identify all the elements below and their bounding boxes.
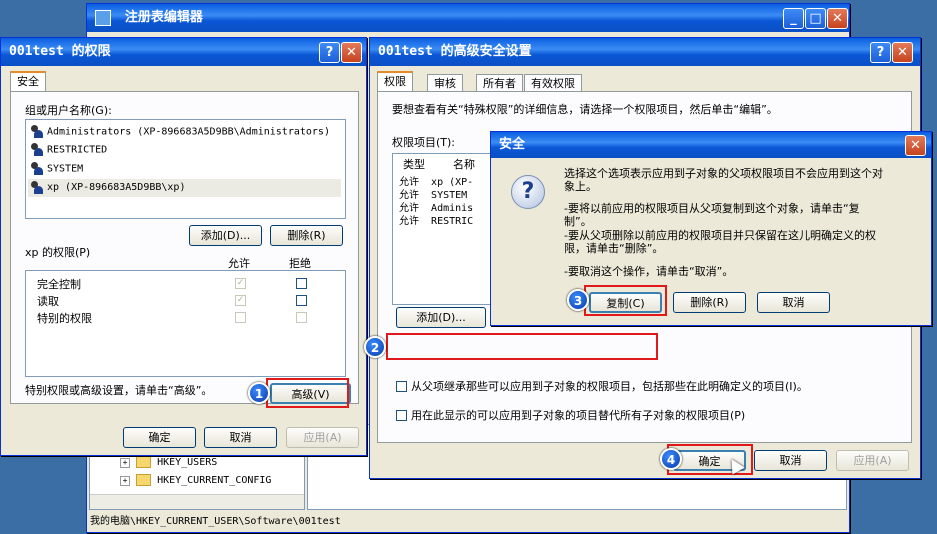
add-entry-button[interactable]: 添加(D)... [396,307,486,328]
highlight-inherit-option [386,333,658,360]
cancel-button[interactable]: 取消 [757,292,830,313]
registry-maximize-button[interactable]: □ [805,8,826,29]
entries-label: 权限项目(T): [392,136,456,149]
list-item[interactable]: SYSTEM [30,162,83,175]
column-name[interactable]: 名称 [453,156,475,172]
close-button[interactable]: ✕ [905,135,926,156]
registry-icon [95,9,111,26]
perm-special: 特别的权限 [37,312,92,325]
tree-item-hkey-current-config[interactable]: + HKEY_CURRENT_CONFIG [120,474,271,486]
info-text: 要想查看有关“特殊权限”的详细信息，请选择一个权限项目，然后单击“编辑”。 [392,103,778,116]
deny-full-control-checkbox[interactable] [296,278,307,289]
message-line-2: 象上。 [564,180,597,193]
allow-special-checkbox [235,312,246,323]
step-1-badge: 1 [248,382,270,404]
column-type[interactable]: 类型 [403,156,425,172]
allow-full-control-checkbox: ✓ [235,278,246,289]
step-2-badge: 2 [364,336,386,358]
advanced-title-bar[interactable]: 001test 的高级安全设置 [370,38,920,66]
replace-children-label: 用在此显示的可以应用到子对象的项目替代所有子对象的权限项目(P) [411,409,746,422]
highlight-advanced [266,378,349,408]
step-3-badge: 3 [567,289,589,311]
cancel-button[interactable]: 取消 [754,450,827,471]
list-item[interactable]: Administrators (XP-896683A5D9BB\Administ… [30,125,330,138]
perm-full-control: 完全控制 [37,278,81,291]
replace-children-checkbox[interactable] [396,410,407,421]
user-group-icon [30,125,44,138]
message-line-6: 限，请单击“删除”。 [564,242,664,255]
apply-button: 应用(A) [836,450,909,471]
allow-read-checkbox: ✓ [235,295,246,306]
registry-close-button[interactable]: ✕ [827,8,848,29]
user-list[interactable]: Administrators (XP-896683A5D9BB\Administ… [25,119,346,219]
deny-read-checkbox[interactable] [296,295,307,306]
list-item-selected[interactable]: xp (XP-896683A5D9BB\xp) [28,179,341,197]
folder-icon [136,474,152,486]
close-button[interactable]: ✕ [892,42,913,63]
apply-button: 应用(A) [286,427,359,448]
expand-plus-icon[interactable]: + [120,458,130,468]
group-label: 组或用户名称(G): [25,104,112,117]
horizontal-scrollbar[interactable] [90,494,304,509]
ok-button[interactable]: 确定 [123,427,196,448]
user-group-icon [30,143,44,156]
expand-plus-icon[interactable]: + [120,476,130,486]
column-allow: 允许 [228,257,250,270]
help-button[interactable]: ? [870,42,891,63]
help-button[interactable]: ? [319,42,340,63]
registry-title-bar[interactable]: 注册表编辑器 [87,4,849,32]
security-title-bar[interactable]: 安全 [491,132,931,158]
message-line-3: -要将以前应用的权限项目从父项复制到这个对象，请单击“复 [564,202,860,215]
registry-status-bar: 我的电脑\HKEY_CURRENT_USER\Software\001test [90,516,341,527]
permissions-title-bar[interactable]: 001test 的权限 [1,38,366,66]
highlight-copy [584,285,667,316]
message-line-1: 选择这个选项表示应用到子对象的父项权限项目不会应用到这个对 [564,167,883,180]
remove-button[interactable]: 删除(R) [270,225,343,246]
add-button[interactable]: 添加(D)... [189,225,262,246]
step-4-badge: 4 [660,448,682,470]
perm-read: 读取 [37,295,59,308]
folder-icon [136,456,152,468]
inherit-label: 从父项继承那些可以应用到子对象的权限项目，包括那些在此明确定义的项目(I)。 [411,380,808,393]
column-deny: 拒绝 [289,257,311,270]
message-line-7: -要取消这个操作，请单击“取消”。 [564,265,734,278]
permissions-list[interactable]: 完全控制 读取 特别的权限 ✓ ✓ [25,270,346,377]
close-button[interactable]: ✕ [341,42,362,63]
permissions-label: xp 的权限(P) [25,246,91,259]
inherit-checkbox[interactable] [396,381,407,392]
user-icon [30,180,44,194]
registry-title: 注册表编辑器 [124,10,203,25]
list-item[interactable]: RESTRICTED [30,143,107,156]
tree-item-hkey-users[interactable]: + HKEY_USERS [120,456,217,468]
table-row[interactable]: 允许 RESTRIC [399,212,473,227]
delete-button[interactable]: 删除(R) [673,292,746,313]
deny-special-checkbox [296,312,307,323]
user-group-icon [30,162,44,175]
question-icon: ? [511,175,545,209]
security-message-box: 安全 ✕ ? 选择这个选项表示应用到子对象的父项权限项目不会应用到这个对 象上。… [490,131,932,326]
cancel-button[interactable]: 取消 [204,427,277,448]
advanced-hint: 特别权限或高级设置，请单击“高级”。 [25,384,213,397]
security-tab-body: 组或用户名称(G): Administrators (XP-896683A5D9… [10,91,359,404]
registry-minimize-button[interactable]: _ [783,8,804,29]
